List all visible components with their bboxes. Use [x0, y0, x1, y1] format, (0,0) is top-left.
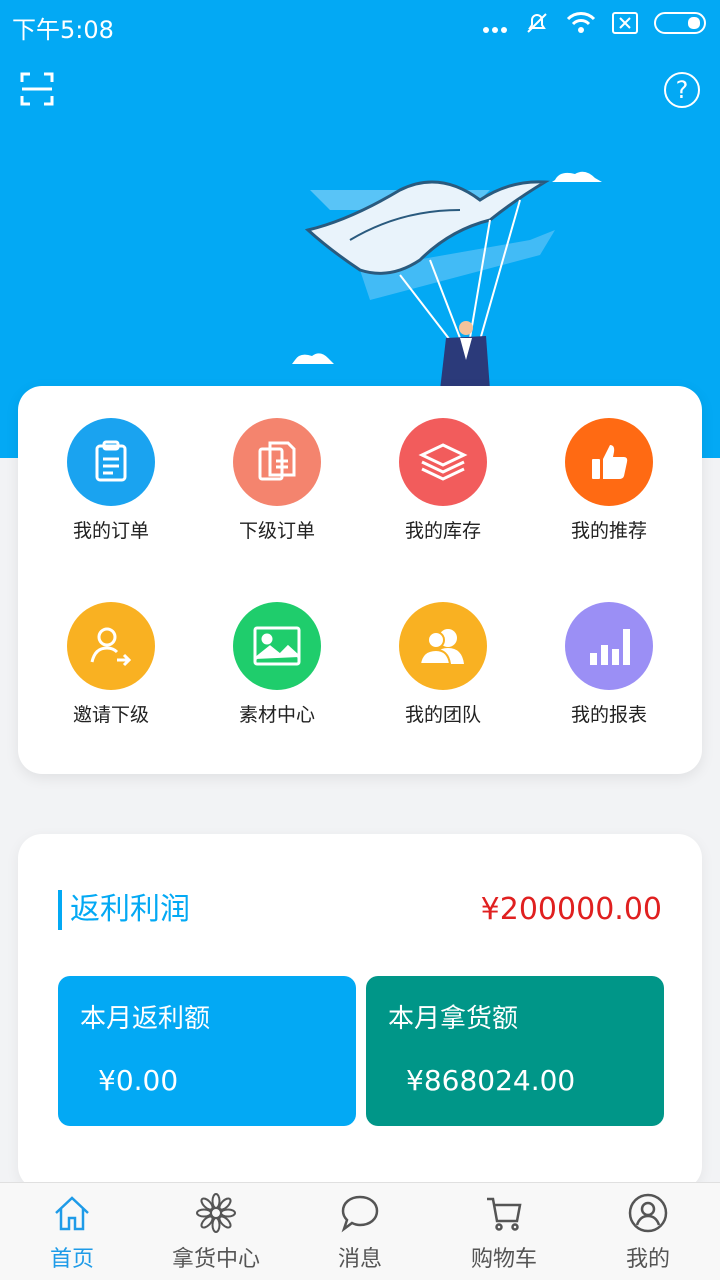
- menu-label: 我的推荐: [570, 520, 647, 542]
- menu-label: 我的库存: [404, 520, 481, 542]
- profit-title: 返利利润: [58, 890, 190, 930]
- menu-materials[interactable]: 素材中心: [194, 602, 360, 732]
- user-icon: [628, 1193, 668, 1233]
- wifi-icon: [566, 11, 596, 41]
- image-icon: [233, 602, 321, 690]
- menu-label: 素材中心: [238, 704, 315, 726]
- monthly-purchase-value: ¥868024.00: [406, 1064, 576, 1097]
- monthly-rebate-value: ¥0.00: [98, 1064, 179, 1097]
- sim-icon: [612, 12, 638, 40]
- tab-label: 购物车: [470, 1247, 537, 1272]
- menu-my-report[interactable]: 我的报表: [526, 602, 692, 732]
- monthly-purchase-label: 本月拿货额: [388, 1004, 519, 1034]
- status-icons: [482, 10, 708, 42]
- tab-home[interactable]: 首页: [0, 1183, 144, 1280]
- chat-icon: [340, 1193, 380, 1233]
- flower-icon: [196, 1193, 236, 1233]
- bar-chart-icon: [565, 602, 653, 690]
- menu-my-recommend[interactable]: 我的推荐: [526, 418, 692, 548]
- thumbs-up-icon: [565, 418, 653, 506]
- mute-icon: [524, 10, 550, 42]
- menu-my-team[interactable]: 我的团队: [360, 602, 526, 732]
- invite-user-icon: [67, 602, 155, 690]
- status-time: 下午5:08: [12, 16, 114, 44]
- menu-label: 邀请下级: [72, 704, 149, 726]
- cart-icon: [484, 1193, 524, 1233]
- tab-label: 首页: [49, 1247, 94, 1272]
- profit-card: 返利利润 ¥200000.00 本月返利额 ¥0.00 本月拿货额 ¥86802…: [18, 834, 702, 1190]
- tab-cart[interactable]: 购物车: [432, 1183, 576, 1280]
- help-icon[interactable]: ?: [664, 72, 700, 108]
- documents-icon: [233, 418, 321, 506]
- tab-label: 消息: [337, 1247, 382, 1272]
- home-icon: [52, 1193, 92, 1233]
- tab-purchase-center[interactable]: 拿货中心: [144, 1183, 288, 1280]
- bottom-tab-bar: 首页 拿货中心 消息 购物车 我的: [0, 1182, 720, 1280]
- scan-icon[interactable]: [20, 72, 54, 106]
- parachute-illustration: [290, 160, 620, 390]
- layers-icon: [399, 418, 487, 506]
- more-dots-icon: [482, 12, 508, 40]
- monthly-purchase-box[interactable]: 本月拿货额 ¥868024.00: [366, 976, 664, 1126]
- battery-icon: [654, 12, 708, 40]
- team-icon: [399, 602, 487, 690]
- menu-my-orders[interactable]: 我的订单: [28, 418, 194, 548]
- status-bar: 下午5:08: [0, 0, 720, 50]
- tab-label: 我的: [625, 1247, 670, 1272]
- tab-label: 拿货中心: [171, 1247, 260, 1272]
- quick-menu-card: 我的订单 下级订单 我的库存 我的推荐 邀请下级 素材中心 我的团队 我的报表: [18, 386, 702, 774]
- tab-messages[interactable]: 消息: [288, 1183, 432, 1280]
- menu-label: 我的订单: [72, 520, 149, 542]
- monthly-rebate-label: 本月返利额: [80, 1004, 211, 1034]
- monthly-rebate-box[interactable]: 本月返利额 ¥0.00: [58, 976, 356, 1126]
- menu-invite[interactable]: 邀请下级: [28, 602, 194, 732]
- menu-label: 我的报表: [570, 704, 647, 726]
- menu-label: 我的团队: [404, 704, 481, 726]
- menu-label: 下级订单: [238, 520, 315, 542]
- tab-mine[interactable]: 我的: [576, 1183, 720, 1280]
- profit-total: ¥200000.00: [480, 892, 662, 927]
- clipboard-icon: [67, 418, 155, 506]
- menu-sub-orders[interactable]: 下级订单: [194, 418, 360, 548]
- menu-my-inventory[interactable]: 我的库存: [360, 418, 526, 548]
